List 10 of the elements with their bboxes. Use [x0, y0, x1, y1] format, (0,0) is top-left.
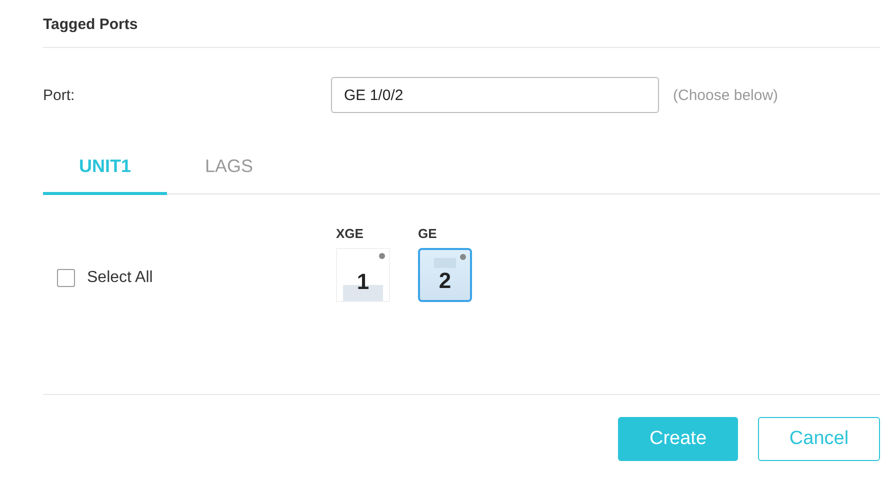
- port-button[interactable]: 1: [336, 248, 390, 302]
- port-button[interactable]: 2: [418, 248, 472, 302]
- checkbox-label[interactable]: Select All: [87, 269, 153, 287]
- section-title: Tagged Ports: [43, 16, 139, 35]
- checkbox[interactable]: [57, 269, 75, 287]
- field-label: Port:: [43, 86, 76, 104]
- group-label: XGE: [336, 226, 364, 243]
- hint-text: (Choose below): [673, 86, 778, 104]
- input-field[interactable]: GE 1/0/2: [331, 77, 659, 113]
- group-label: GE: [418, 226, 438, 243]
